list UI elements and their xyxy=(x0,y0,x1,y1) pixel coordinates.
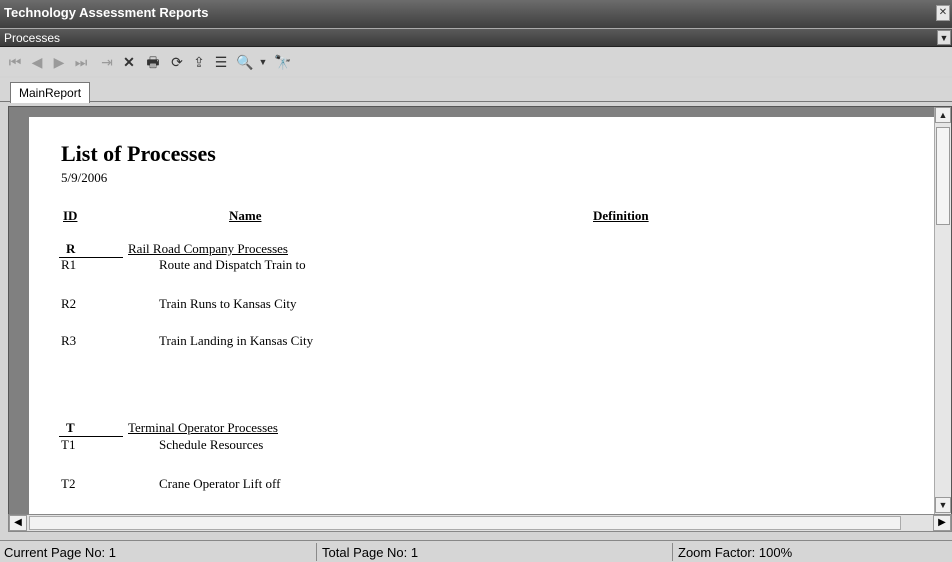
group-name: Terminal Operator Processes xyxy=(128,420,278,435)
scroll-down-icon[interactable]: ▼ xyxy=(935,497,951,513)
report-date: 5/9/2006 xyxy=(61,170,108,185)
table-row-id: R1 xyxy=(61,257,77,272)
total-page-status: Total Page No: 1 xyxy=(322,545,419,560)
toolbar: ⏮ ◀ ▶ ⏭ ⇥ ✕ 🖶 ⟳ ⇪ ☰ 🔍 ▼ 🔭 xyxy=(0,48,952,76)
group-code: T xyxy=(66,420,75,435)
refresh-icon[interactable]: ⟳ xyxy=(168,52,186,72)
table-row-id: R3 xyxy=(61,333,77,348)
report-page: List of Processes 5/9/2006 ID Name Defin… xyxy=(29,117,939,531)
report-title: List of Processes xyxy=(61,141,216,166)
current-page-status: Current Page No: 1 xyxy=(4,545,117,560)
group-tree-icon[interactable]: ☰ xyxy=(212,52,230,72)
column-header-name: Name xyxy=(229,208,262,223)
report-selector-value: Processes xyxy=(4,31,61,45)
status-divider xyxy=(316,543,317,561)
table-row-name: Schedule Resources xyxy=(159,437,264,452)
table-row-name: Train Runs to Kansas City xyxy=(159,296,297,311)
table-row-name: Crane Operator Lift off xyxy=(159,476,281,491)
close-window-button[interactable]: ✕ xyxy=(936,5,950,21)
dropdown-arrow-icon[interactable]: ▼ xyxy=(254,52,272,72)
next-page-icon[interactable]: ▶ xyxy=(50,52,68,72)
table-row-id: R2 xyxy=(61,296,77,311)
prev-page-icon[interactable]: ◀ xyxy=(28,52,46,72)
export-icon[interactable]: ⇪ xyxy=(190,52,208,72)
vertical-scroll-thumb[interactable] xyxy=(936,127,950,225)
scroll-right-icon[interactable]: ▶ xyxy=(933,515,951,531)
window-title: Technology Assessment Reports xyxy=(4,5,209,20)
status-bar: Current Page No: 1 Total Page No: 1 Zoom… xyxy=(0,540,952,562)
status-divider xyxy=(672,543,673,561)
print-icon[interactable]: 🖶 xyxy=(144,52,162,72)
goto-page-icon[interactable]: ⇥ xyxy=(98,52,116,72)
tab-bar: MainReport xyxy=(0,78,952,103)
report-selector[interactable]: Processes ▼ xyxy=(0,28,952,47)
horizontal-scrollbar[interactable]: ◀ ▶ xyxy=(8,514,952,532)
title-bar: Technology Assessment Reports ✕ xyxy=(0,0,952,28)
zoom-icon[interactable]: 🔍 xyxy=(236,52,254,72)
report-viewer: List of Processes 5/9/2006 ID Name Defin… xyxy=(8,106,952,532)
tab-mainreport[interactable]: MainReport xyxy=(10,82,91,103)
vertical-scrollbar[interactable]: ▲ ▼ xyxy=(934,107,951,531)
table-row-id: T2 xyxy=(61,476,76,491)
column-header-id: ID xyxy=(63,208,78,223)
group-name: Rail Road Company Processes xyxy=(128,241,288,256)
last-page-icon[interactable]: ⏭ xyxy=(72,52,90,72)
close-icon[interactable]: ✕ xyxy=(120,52,138,72)
table-row-id: T1 xyxy=(61,437,76,452)
scroll-up-icon[interactable]: ▲ xyxy=(935,107,951,123)
chevron-down-icon[interactable]: ▼ xyxy=(937,30,951,45)
table-row-name: Train Landing in Kansas City xyxy=(159,333,314,348)
horizontal-scroll-thumb[interactable] xyxy=(29,516,901,530)
scroll-left-icon[interactable]: ◀ xyxy=(9,515,27,531)
search-icon[interactable]: 🔭 xyxy=(274,52,292,72)
table-row-name: Route and Dispatch Train to xyxy=(159,257,306,272)
zoom-status: Zoom Factor: 100% xyxy=(678,545,793,560)
column-header-definition: Definition xyxy=(593,208,649,223)
first-page-icon[interactable]: ⏮ xyxy=(6,52,24,72)
group-code: R xyxy=(66,241,76,256)
